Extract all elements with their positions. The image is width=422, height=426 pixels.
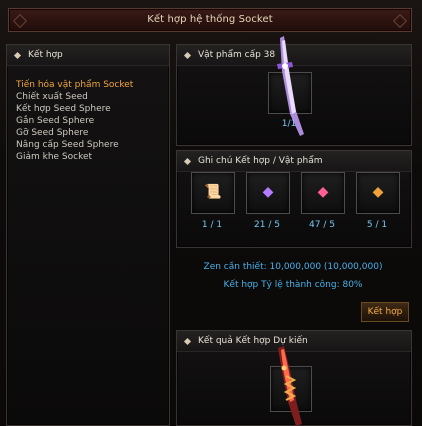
pink-gem-icon: ◆ <box>317 184 329 200</box>
zen-required-text: Zen cần thiết: 10,000,000 (10,000,000) <box>203 262 383 272</box>
material-count-pink-gem: 47 / 5 <box>309 220 335 230</box>
red-sword-icon <box>278 346 302 426</box>
orange-gem-icon: ◆ <box>372 184 384 200</box>
window-title-bar: Kết hợp hệ thống Socket <box>8 8 412 32</box>
menu-item-remove-seed-sphere[interactable]: Gỡ Seed Sphere <box>16 127 176 139</box>
material-count-purple-gem: 21 / 5 <box>254 220 280 230</box>
menu-item-combine-seed-sphere[interactable]: Kết hợp Seed Sphere <box>16 103 176 115</box>
diamond-bullet-icon <box>183 337 192 346</box>
menu-item-extract-seed[interactable]: Chiết xuất Seed <box>16 91 176 103</box>
combination-menu-list: Tiến hóa vật phẩm Socket Chiết xuất Seed… <box>16 79 176 163</box>
result-panel-title: Kết quả Kết hợp Dự kiến <box>198 336 308 346</box>
material-slot-pink-gem[interactable]: ◆ <box>301 172 345 214</box>
material-count-scroll: 1 / 1 <box>201 220 223 230</box>
menu-item-socket-evolution[interactable]: Tiến hóa vật phẩm Socket <box>16 79 176 91</box>
menu-item-upgrade-seed-sphere[interactable]: Nâng cấp Seed Sphere <box>16 139 176 151</box>
window-title: Kết hợp hệ thống Socket <box>147 14 273 25</box>
menu-item-reduce-socket[interactable]: Giảm khe Socket <box>16 151 176 163</box>
menu-panel-title: Kết hợp <box>28 50 63 60</box>
menu-panel-header: Kết hợp <box>7 45 169 66</box>
diamond-bullet-icon <box>13 51 22 60</box>
materials-panel-header: Ghi chú Kết hợp / Vật phẩm <box>177 151 411 172</box>
diamond-bullet-icon <box>183 51 192 60</box>
material-slot-scroll[interactable]: 📜 <box>191 172 235 214</box>
purple-gem-icon: ◆ <box>262 184 274 200</box>
success-rate-text: Kết hợp Tỷ lệ thành công: 80% <box>223 280 363 290</box>
menu-item-attach-seed-sphere[interactable]: Gắn Seed Sphere <box>16 115 176 127</box>
combine-button[interactable]: Kết hợp <box>361 302 409 322</box>
material-count-orange-gem: 5 / 1 <box>366 220 388 230</box>
diamond-bullet-icon <box>183 157 192 166</box>
materials-panel-title: Ghi chú Kết hợp / Vật phẩm <box>198 156 323 166</box>
scroll-icon: 📜 <box>204 184 222 200</box>
socket-combination-window: Kết hợp hệ thống Socket Kết hợp Tiến hóa… <box>0 0 422 426</box>
material-slot-orange-gem[interactable]: ◆ <box>356 172 400 214</box>
material-slot-purple-gem[interactable]: ◆ <box>246 172 290 214</box>
purple-sword-icon <box>277 36 304 136</box>
item-panel-title: Vật phẩm cấp 38 <box>198 50 276 60</box>
